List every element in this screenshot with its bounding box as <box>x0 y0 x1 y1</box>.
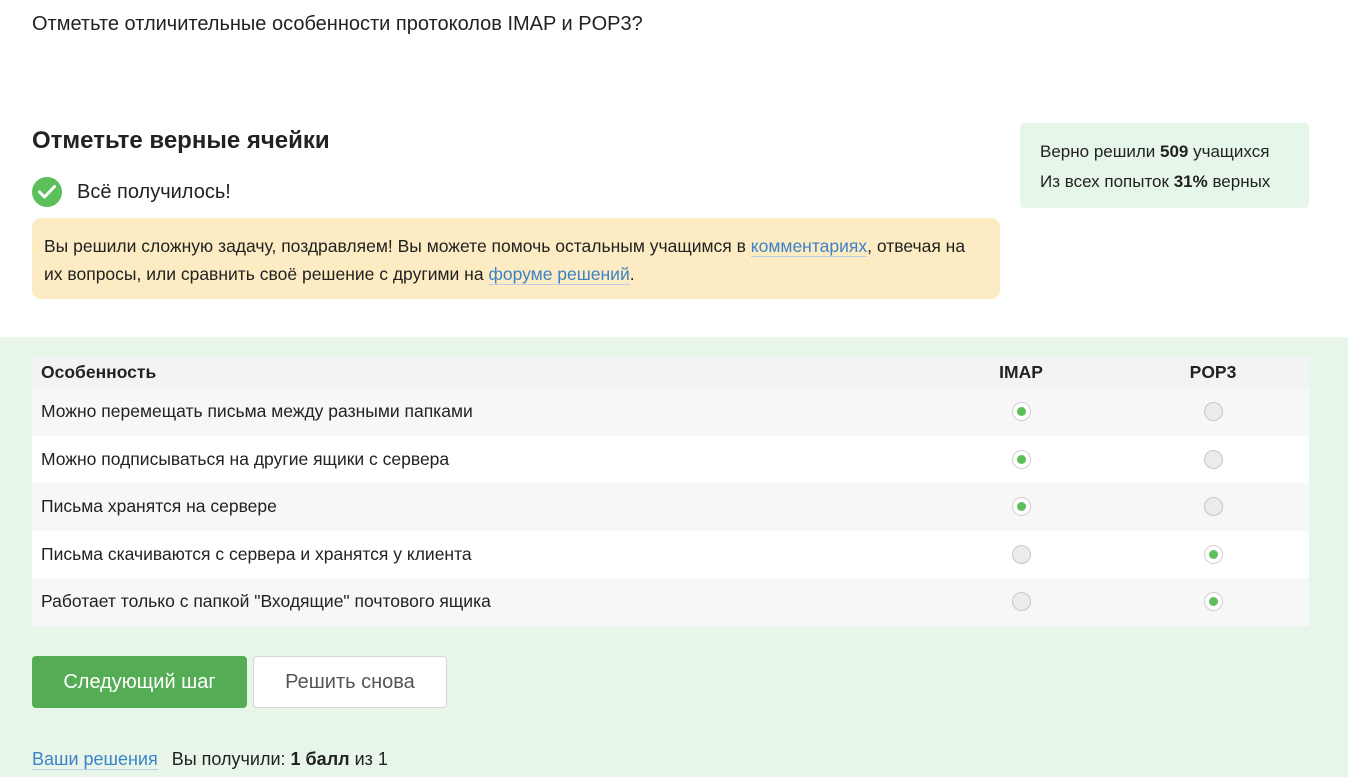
imap-cell <box>925 544 1117 564</box>
comments-link[interactable]: комментариях <box>750 236 868 257</box>
imap-radio[interactable] <box>1011 449 1031 469</box>
table-row: Письма хранятся на сервере <box>32 483 1309 531</box>
header-feature: Особенность <box>41 361 157 382</box>
next-step-button[interactable]: Следующий шаг <box>32 656 247 708</box>
stats-box: Верно решили 509 учащихся Из всех попыто… <box>1020 123 1309 208</box>
solutions-forum-link[interactable]: форуме решений <box>488 264 630 285</box>
imap-radio[interactable] <box>1011 592 1031 612</box>
pop3-radio[interactable] <box>1203 449 1223 469</box>
stats-solved-count: 509 <box>1160 142 1189 161</box>
stats-attempts-percent: 31% <box>1173 172 1208 191</box>
notice-text-1: Вы решили сложную задачу, поздравляем! В… <box>44 236 751 256</box>
pop3-cell <box>1117 544 1309 564</box>
success-message: Всё получилось! <box>32 177 231 207</box>
feature-label: Письма хранятся на сервере <box>41 496 277 517</box>
header-pop3: POP3 <box>1189 361 1237 382</box>
task-heading: Отметьте верные ячейки <box>32 127 330 154</box>
feature-label: Можно перемещать письма между разными па… <box>41 401 473 422</box>
table-row: Письма скачиваются с сервера и хранятся … <box>32 530 1309 578</box>
imap-radio[interactable] <box>1011 497 1031 517</box>
stats-solved-suffix: учащихся <box>1188 142 1270 161</box>
question-text: Отметьте отличительные особенности прото… <box>32 13 643 35</box>
feature-label: Можно подписываться на другие ящики с се… <box>41 448 450 469</box>
pop3-cell <box>1117 592 1309 612</box>
score-label: Вы получили: <box>171 749 291 769</box>
stats-attempts: Из всех попыток 31% верных <box>1040 167 1289 197</box>
table-header: Особенность IMAP POP3 <box>32 356 1309 388</box>
congrats-notice: Вы решили сложную задачу, поздравляем! В… <box>32 218 1000 299</box>
table-row: Работает только с папкой "Входящие" почт… <box>32 578 1309 626</box>
imap-radio[interactable] <box>1011 544 1031 564</box>
your-solutions-link[interactable]: Ваши решения <box>32 749 158 770</box>
success-text: Всё получилось! <box>77 180 231 203</box>
pop3-radio[interactable] <box>1203 497 1223 517</box>
stats-attempts-suffix: верных <box>1207 172 1271 191</box>
pop3-cell <box>1117 449 1309 469</box>
imap-cell <box>925 592 1117 612</box>
pop3-cell <box>1117 497 1309 517</box>
result-footer: Ваши решения Вы получили: 1 балл из 1 <box>32 749 388 770</box>
pop3-cell <box>1117 402 1309 422</box>
table-body: Можно перемещать письма между разными па… <box>32 388 1309 626</box>
table-row: Можно подписываться на другие ящики с се… <box>32 435 1309 483</box>
score-total: из 1 <box>349 749 388 769</box>
imap-cell <box>925 449 1117 469</box>
score-value: 1 балл <box>290 749 350 769</box>
feature-label: Работает только с папкой "Входящие" почт… <box>41 591 491 612</box>
header-imap: IMAP <box>999 361 1043 382</box>
stats-solved-label: Верно решили <box>1040 142 1160 161</box>
pop3-radio[interactable] <box>1203 544 1223 564</box>
feature-label: Письма скачиваются с сервера и хранятся … <box>41 543 472 564</box>
answer-table: Особенность IMAP POP3 Можно перемещать п… <box>32 356 1309 626</box>
imap-cell <box>925 402 1117 422</box>
retry-button[interactable]: Решить снова <box>253 656 447 708</box>
imap-radio[interactable] <box>1011 402 1031 422</box>
table-row: Можно перемещать письма между разными па… <box>32 388 1309 436</box>
check-circle-icon <box>32 177 62 207</box>
imap-cell <box>925 497 1117 517</box>
stats-solved: Верно решили 509 учащихся <box>1040 137 1289 167</box>
notice-text-3: . <box>629 264 635 284</box>
pop3-radio[interactable] <box>1203 402 1223 422</box>
pop3-radio[interactable] <box>1203 592 1223 612</box>
stats-attempts-label: Из всех попыток <box>1040 172 1174 191</box>
